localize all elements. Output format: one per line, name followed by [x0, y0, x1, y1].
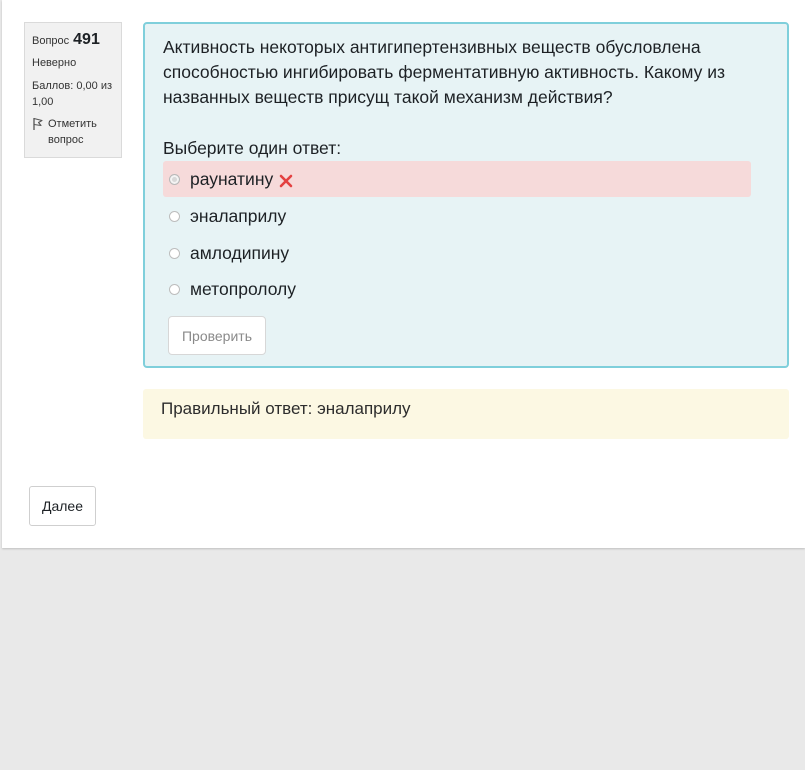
answer-option[interactable]: метопрололу	[163, 271, 751, 307]
answer-prompt: Выберите один ответ:	[163, 138, 342, 158]
radio-button[interactable]	[169, 247, 180, 259]
answer-option-label: эналаприлу	[190, 205, 287, 226]
question-state: Неверно	[32, 57, 77, 69]
question-number-value: 491	[73, 31, 100, 48]
question-number-label: Вопрос	[32, 35, 70, 47]
flag-question-label: Отметить вопрос	[48, 118, 97, 146]
answer-option-label: амлодипину	[190, 242, 290, 263]
answer-option-label: раунатину	[190, 168, 274, 189]
check-button[interactable]: Проверить	[168, 316, 266, 355]
flag-question-link[interactable]: Отметить вопрос	[32, 116, 114, 148]
right-answer-feedback: Правильный ответ: эналаприлу	[143, 389, 789, 439]
answer-option[interactable]: эналаприлу	[163, 198, 751, 234]
radio-button[interactable]	[169, 210, 180, 222]
flag-icon	[33, 117, 43, 130]
right-answer-text: Правильный ответ: эналаприлу	[161, 399, 411, 418]
answer-option-label: метопрололу	[190, 278, 297, 299]
radio-button[interactable]	[169, 173, 180, 185]
answer-option[interactable]: раунатину	[163, 161, 751, 197]
question-formulation: Активность некоторых антигипертензивных …	[143, 22, 789, 368]
quiz-page: Вопрос 491 Неверно Баллов: 0,00 из 1,00 …	[2, 0, 805, 548]
question-text: Активность некоторых антигипертензивных …	[163, 37, 726, 107]
question-grade: Баллов: 0,00 из 1,00	[32, 80, 113, 108]
radio-button[interactable]	[169, 283, 180, 295]
cross-icon	[279, 174, 293, 187]
question-number: Вопрос 491	[32, 31, 114, 49]
next-button[interactable]: Далее	[29, 486, 96, 526]
question-info-panel: Вопрос 491 Неверно Баллов: 0,00 из 1,00 …	[24, 22, 122, 158]
answer-option[interactable]: амлодипину	[163, 235, 751, 271]
